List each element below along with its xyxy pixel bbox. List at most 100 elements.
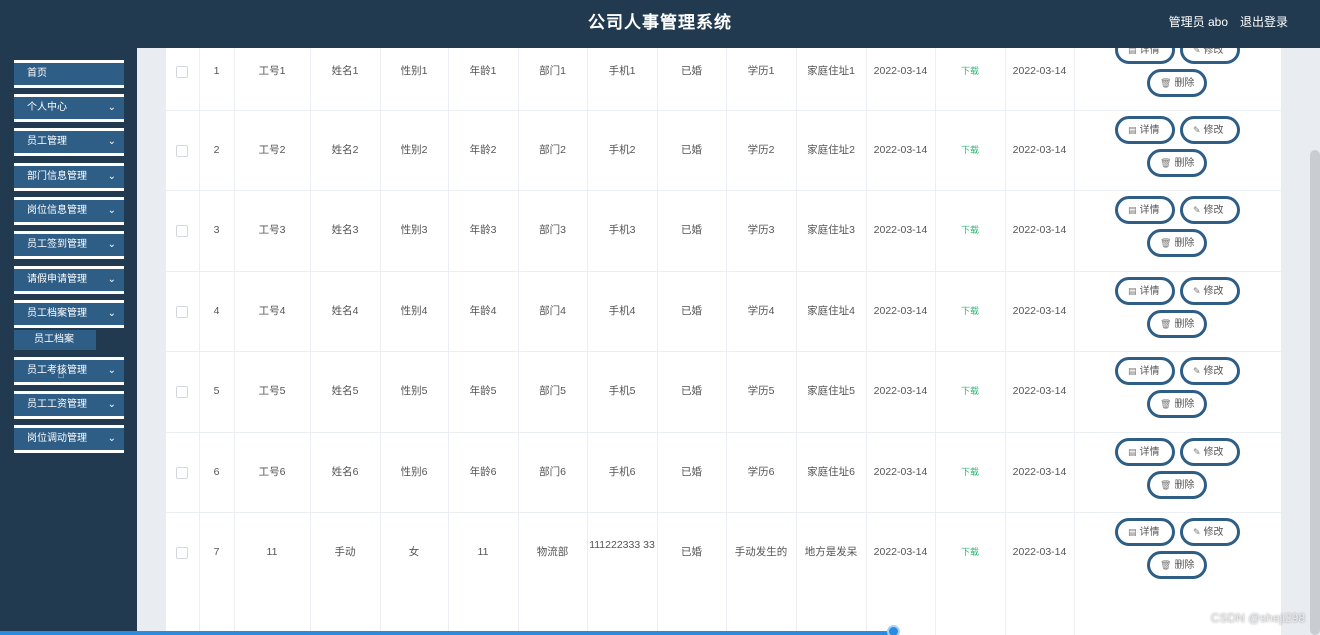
chevron-down-icon: ⌄ <box>107 102 116 113</box>
detail-button[interactable]: ▤ 详情 <box>1115 196 1175 224</box>
sidebar-item-2[interactable]: 员工管理 ⌄ <box>14 128 124 156</box>
vertical-scrollbar[interactable] <box>1310 150 1320 635</box>
download-link[interactable]: 下载 <box>935 530 1005 574</box>
row-checkbox[interactable] <box>176 145 188 157</box>
table-row: 6 工号6 姓名6 性别6 年龄6 部门6 手机6 已婚 学历6 家庭住址6 2022-03-14 下… <box>166 432 1281 512</box>
chevron-down-icon: ⌄ <box>107 365 116 376</box>
edit-button[interactable]: ✎ 修改 <box>1180 277 1240 305</box>
cell-education: 学历1 <box>747 65 775 77</box>
cell-date1: 2022-03-14 <box>873 546 928 558</box>
cell-education: 学历3 <box>747 224 775 236</box>
detail-icon: ▤ <box>1128 286 1137 296</box>
edit-button[interactable]: ✎ 修改 <box>1180 196 1240 224</box>
cell-dept: 部门6 <box>539 466 566 478</box>
data-table: 1 工号1 姓名1 性别1 年龄1 部门1 手机1 已婚 学历1 家庭住址1 2022-03-14 下… <box>166 48 1281 635</box>
edit-button[interactable]: ✎ 修改 <box>1180 438 1240 466</box>
table-row: 2 工号2 姓名2 性别2 年龄2 部门2 手机2 已婚 学历2 家庭住址2 2022-03-14 下… <box>166 110 1281 190</box>
row-checkbox[interactable] <box>176 66 188 78</box>
sidebar-item-3[interactable]: 部门信息管理 ⌄ <box>14 163 124 191</box>
delete-icon: 🗑 <box>1160 158 1172 168</box>
row-checkbox[interactable] <box>176 386 188 398</box>
sidebar-item-label: 部门信息管理 <box>27 171 87 182</box>
download-link[interactable]: 下载 <box>935 369 1005 413</box>
cell-marital: 已婚 <box>681 305 702 317</box>
row-checkbox[interactable] <box>176 225 188 237</box>
sidebar-item-7[interactable]: 员工档案管理 ⌄ <box>14 300 124 328</box>
detail-button[interactable]: ▤ 详情 <box>1115 438 1175 466</box>
sidebar-item-9[interactable]: 员工工资管理 ⌄ <box>14 391 124 419</box>
cell-gender: 性别2 <box>400 144 428 156</box>
cell-gender: 女 <box>408 546 420 558</box>
edit-icon: ✎ <box>1193 48 1201 55</box>
delete-icon: 🗑 <box>1160 238 1172 248</box>
cell-dept: 部门4 <box>539 305 566 317</box>
delete-button[interactable]: 🗑 删除 <box>1147 69 1207 97</box>
cell-date1: 2022-03-14 <box>873 224 928 236</box>
cell-gender: 性别1 <box>400 65 428 77</box>
detail-button[interactable]: ▤ 详情 <box>1115 116 1175 144</box>
edit-icon: ✎ <box>1193 125 1201 135</box>
detail-button[interactable]: ▤ 详情 <box>1115 277 1175 305</box>
cell-index: 3 <box>213 224 220 236</box>
sidebar-item-4[interactable]: 岗位信息管理 ⌄ <box>14 197 124 225</box>
cell-date2: 2022-03-14 <box>1012 385 1067 397</box>
progress-handle[interactable] <box>887 625 900 635</box>
delete-button[interactable]: 🗑 删除 <box>1147 390 1207 418</box>
delete-button[interactable]: 🗑 删除 <box>1147 471 1207 499</box>
sidebar-item-6[interactable]: 请假申请管理 ⌄ <box>14 266 124 294</box>
watermark: CSDN @sheji298 <box>1210 611 1305 625</box>
delete-button[interactable]: 🗑 删除 <box>1147 551 1207 579</box>
detail-button[interactable]: ▤ 详情 <box>1115 357 1175 385</box>
delete-label: 删除 <box>1174 319 1195 330</box>
row-checkbox[interactable] <box>176 547 188 559</box>
cell-age: 年龄3 <box>469 224 497 236</box>
sidebar-item-5[interactable]: 员工签到管理 ⌄ <box>14 231 124 259</box>
sidebar-item-10[interactable]: 岗位调动管理 ⌄ <box>14 425 124 453</box>
row-checkbox[interactable] <box>176 306 188 318</box>
cell-date2: 2022-03-14 <box>1012 65 1067 77</box>
cell-dept: 部门1 <box>539 65 566 77</box>
delete-button[interactable]: 🗑 删除 <box>1147 149 1207 177</box>
sidebar-item-1[interactable]: 个人中心 ⌄ <box>14 94 124 122</box>
cell-dept: 部门2 <box>539 144 566 156</box>
cell-age: 年龄1 <box>469 65 497 77</box>
sidebar-item-8[interactable]: 员工考核管理 ⌄ <box>14 357 124 385</box>
sidebar-item-label: 员工管理 <box>27 136 67 147</box>
detail-icon: ▤ <box>1128 125 1137 135</box>
download-link[interactable]: 下载 <box>935 128 1005 172</box>
cell-phone: 手机6 <box>608 466 636 478</box>
download-link[interactable]: 下载 <box>935 450 1005 494</box>
sidebar-item-0[interactable]: 首页 <box>14 60 124 88</box>
cell-name: 姓名3 <box>331 224 359 236</box>
detail-button[interactable]: ▤ 详情 <box>1115 518 1175 546</box>
cell-age: 年龄2 <box>469 144 497 156</box>
cell-marital: 已婚 <box>681 546 702 558</box>
edit-button[interactable]: ✎ 修改 <box>1180 518 1240 546</box>
download-link[interactable]: 下载 <box>935 49 1005 93</box>
detail-label: 详情 <box>1139 286 1160 297</box>
sidebar-item-label: 首页 <box>27 68 47 79</box>
delete-label: 删除 <box>1174 560 1195 571</box>
cell-education: 学历5 <box>747 385 775 397</box>
cell-address: 地方是发呆 <box>804 546 858 558</box>
download-link[interactable]: 下载 <box>935 289 1005 333</box>
cell-address: 家庭住址2 <box>807 144 855 156</box>
delete-button[interactable]: 🗑 删除 <box>1147 310 1207 338</box>
logout-link[interactable]: 退出登录 <box>1240 0 1288 44</box>
edit-button[interactable]: ✎ 修改 <box>1180 357 1240 385</box>
edit-button[interactable]: ✎ 修改 <box>1180 116 1240 144</box>
cell-phone: 手机5 <box>608 385 636 397</box>
row-checkbox[interactable] <box>176 467 188 479</box>
cell-marital: 已婚 <box>681 385 702 397</box>
edit-button[interactable]: ✎ 修改 <box>1180 48 1240 64</box>
detail-button[interactable]: ▤ 详情 <box>1115 48 1175 64</box>
cell-phone: 手机4 <box>608 305 636 317</box>
edit-label: 修改 <box>1203 366 1224 377</box>
download-link[interactable]: 下载 <box>935 208 1005 252</box>
delete-button[interactable]: 🗑 删除 <box>1147 229 1207 257</box>
submenu-item-employee-archive[interactable]: 员工档案 <box>14 330 96 350</box>
detail-icon: ▤ <box>1128 48 1137 55</box>
cell-phone: 手机3 <box>608 224 636 236</box>
cell-marital: 已婚 <box>681 224 702 236</box>
cell-education: 学历2 <box>747 144 775 156</box>
